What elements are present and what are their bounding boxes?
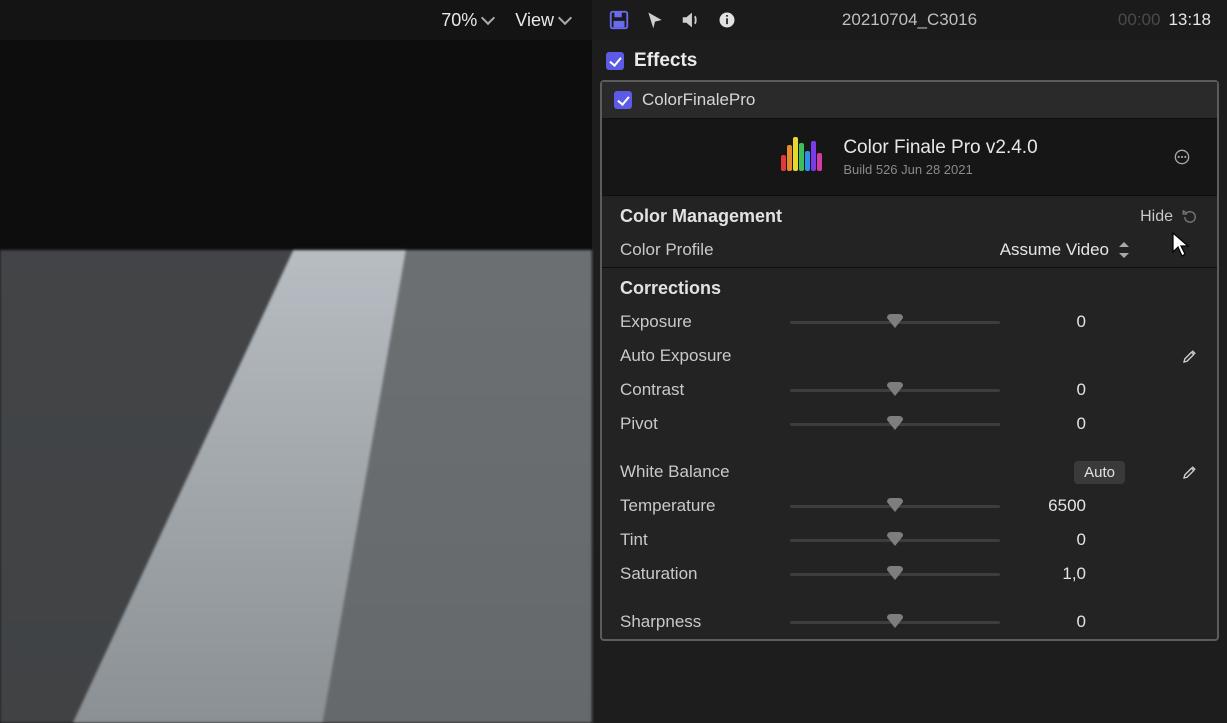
label-contrast: Contrast (620, 380, 790, 400)
effects-title: Effects (634, 50, 697, 72)
plugin-header[interactable]: ColorFinalePro (602, 82, 1217, 119)
info-icon[interactable] (716, 9, 738, 31)
row-contrast: Contrast 0 (602, 373, 1217, 407)
select-color-profile[interactable]: Assume Video (1000, 240, 1129, 260)
view-dropdown[interactable]: View (515, 10, 570, 31)
label-color-profile: Color Profile (620, 240, 790, 260)
zoom-dropdown[interactable]: 70% (441, 10, 493, 31)
value-temperature[interactable]: 6500 (1000, 496, 1090, 516)
chevron-down-icon (558, 11, 572, 25)
effects-section-header: Effects (592, 40, 1227, 80)
slider-sharpness[interactable] (790, 612, 1000, 632)
eyedropper-icon[interactable] (1181, 463, 1199, 481)
more-icon[interactable] (1171, 146, 1193, 168)
slider-tint[interactable] (790, 530, 1000, 550)
viewer-canvas[interactable] (0, 40, 592, 723)
label-white-balance: White Balance (620, 462, 730, 482)
slider-temperature[interactable] (790, 496, 1000, 516)
row-auto-exposure: Auto Exposure (602, 339, 1217, 373)
slider-thumb-icon[interactable] (887, 416, 903, 430)
view-label: View (515, 10, 554, 31)
plugin-container: ColorFinalePro Color Finale Pro v2.4.0 B… (600, 80, 1219, 641)
slider-thumb-icon[interactable] (887, 614, 903, 628)
value-exposure[interactable]: 0 (1000, 312, 1090, 332)
plugin-name: ColorFinalePro (642, 90, 755, 110)
slider-contrast[interactable] (790, 380, 1000, 400)
plugin-logo-icon (781, 137, 825, 177)
label-exposure: Exposure (620, 312, 790, 332)
row-saturation: Saturation 1,0 (602, 557, 1217, 591)
speaker-icon[interactable] (680, 9, 702, 31)
row-pivot: Pivot 0 (602, 407, 1217, 441)
viewer-toolbar: 70% View (0, 0, 592, 40)
row-temperature: Temperature 6500 (602, 489, 1217, 523)
value-contrast[interactable]: 0 (1000, 380, 1090, 400)
effects-checkbox[interactable] (606, 52, 624, 70)
row-tint: Tint 0 (602, 523, 1217, 557)
timecode-bright: 13:18 (1168, 10, 1211, 30)
updown-icon (1119, 242, 1129, 258)
timecode: 00:00 13:18 (1118, 10, 1211, 30)
panel-toolbar: 20210704_C3016 00:00 13:18 (592, 0, 1227, 40)
slider-thumb-icon[interactable] (887, 532, 903, 546)
save-icon[interactable] (608, 9, 630, 31)
slider-thumb-icon[interactable] (887, 566, 903, 580)
value-sharpness[interactable]: 0 (1000, 612, 1090, 632)
slider-pivot[interactable] (790, 414, 1000, 434)
chevron-down-icon (481, 11, 495, 25)
eyedropper-icon[interactable] (1181, 347, 1199, 365)
label-saturation: Saturation (620, 564, 790, 584)
zoom-value: 70% (441, 10, 477, 31)
inspector-panel: 20210704_C3016 00:00 13:18 Effects Color… (592, 0, 1227, 723)
value-saturation[interactable]: 1,0 (1000, 564, 1090, 584)
label-sharpness: Sharpness (620, 612, 790, 632)
plugin-banner: Color Finale Pro v2.4.0 Build 526 Jun 28… (602, 119, 1217, 195)
select-value: Assume Video (1000, 240, 1109, 260)
label-auto-exposure: Auto Exposure (620, 346, 732, 366)
plugin-info: Color Finale Pro v2.4.0 Build 526 Jun 28… (843, 137, 1037, 177)
slider-exposure[interactable] (790, 312, 1000, 332)
group-color-management: Color Management Hide Color Profile Assu… (602, 195, 1217, 267)
hide-button[interactable]: Hide (1140, 208, 1173, 226)
timecode-dim: 00:00 (1118, 10, 1161, 30)
video-frame (0, 250, 592, 723)
group-title: Corrections (620, 278, 721, 299)
plugin-title: Color Finale Pro v2.4.0 (843, 137, 1037, 159)
value-pivot[interactable]: 0 (1000, 414, 1090, 434)
plugin-checkbox[interactable] (614, 91, 632, 109)
slider-saturation[interactable] (790, 564, 1000, 584)
auto-button[interactable]: Auto (1074, 461, 1125, 484)
value-tint[interactable]: 0 (1000, 530, 1090, 550)
slider-thumb-icon[interactable] (887, 382, 903, 396)
row-sharpness: Sharpness 0 (602, 605, 1217, 639)
slider-thumb-icon[interactable] (887, 498, 903, 512)
plugin-build: Build 526 Jun 28 2021 (843, 162, 1037, 177)
label-tint: Tint (620, 530, 790, 550)
viewer-panel: 70% View (0, 0, 592, 723)
reset-icon[interactable] (1181, 208, 1199, 226)
group-title: Color Management (620, 206, 782, 227)
row-color-profile: Color Profile Assume Video (602, 233, 1217, 267)
label-pivot: Pivot (620, 414, 790, 434)
row-white-balance: White Balance Auto (602, 455, 1217, 489)
slider-thumb-icon[interactable] (887, 314, 903, 328)
group-corrections: Corrections Exposure 0 Auto Exposure (602, 267, 1217, 639)
label-temperature: Temperature (620, 496, 790, 516)
row-exposure: Exposure 0 (602, 305, 1217, 339)
cursor-icon[interactable] (644, 9, 666, 31)
